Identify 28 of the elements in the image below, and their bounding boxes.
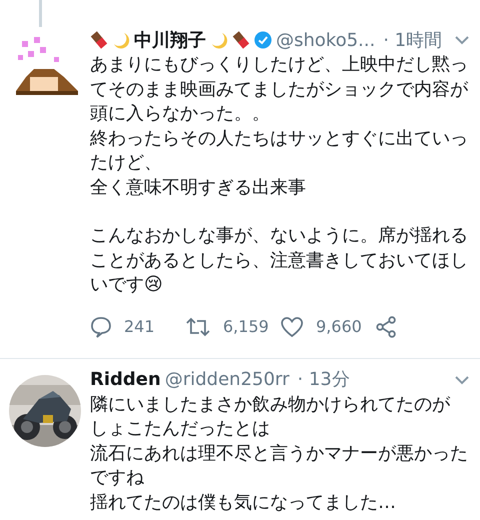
display-name[interactable]: 中川翔子 — [134, 26, 206, 54]
tweet-text: 終わったらその人たちはサッとすぐに出ていったけど、 — [90, 126, 469, 175]
heart-icon[interactable] — [280, 316, 304, 338]
share-icon[interactable] — [375, 316, 397, 338]
tweet-text: 全く意味不明すぎる出来事 — [90, 176, 307, 200]
user-handle[interactable]: @shoko5... — [276, 26, 376, 54]
chocolate-icon — [232, 31, 250, 49]
retweet-icon[interactable] — [185, 316, 211, 338]
tweet-text: 隣にいましたまさか飲み物かけられてたのが — [90, 392, 452, 416]
action-count: 9,660 — [316, 316, 362, 338]
chevron-down-icon[interactable] — [454, 374, 470, 384]
timestamp: · 1時間 — [383, 28, 442, 52]
crescent-moon-icon — [210, 31, 228, 49]
chocolate-icon — [90, 31, 108, 49]
display-name[interactable]: Ridden — [90, 366, 161, 393]
chevron-down-icon[interactable] — [454, 35, 470, 45]
timestamp: · 13分 — [297, 368, 350, 392]
tweet-text: しょこたんだったとは — [90, 417, 271, 441]
tweet-text: 揺れてたのは僕も気になってました… — [90, 490, 397, 514]
action-count: 6,159 — [223, 316, 269, 338]
action-count: 241 — [124, 316, 155, 338]
user-handle[interactable]: @ridden250rr — [164, 366, 290, 393]
tweet-text: あまりにもびっくりしたけど、上映中だし黙ってそのまま映画みてましたがショックで内容が頭に入らなかった。。 — [90, 53, 470, 126]
speech-bubble-icon[interactable] — [90, 316, 112, 338]
crescent-moon-icon — [112, 31, 130, 49]
thread-line — [39, 0, 42, 27]
tweet-text: 流石にあれは理不尽と言うかマナーが悪かったですね — [90, 442, 469, 490]
tweet-text: こんなおかしな事が、ないように。席が揺れることがあるとしたら、注意書きしておいてほしいです😢 — [90, 224, 469, 297]
